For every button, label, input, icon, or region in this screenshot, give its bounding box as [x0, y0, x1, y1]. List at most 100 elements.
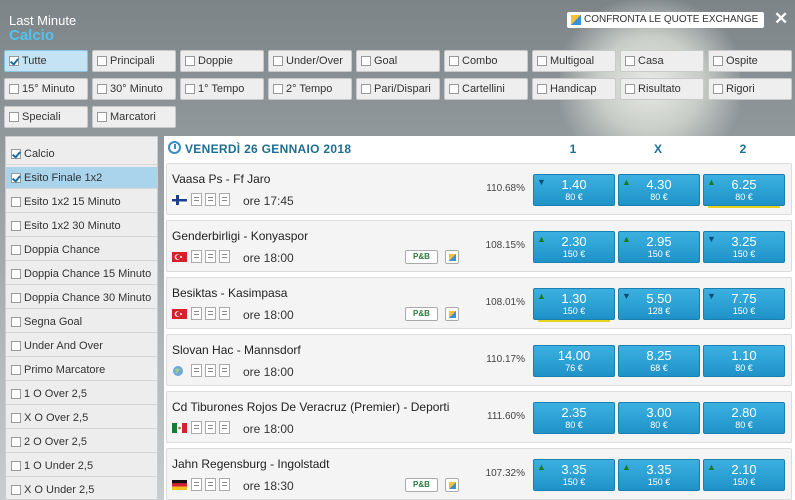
info-icon[interactable] [219, 250, 230, 263]
filter-checkbox[interactable] [9, 56, 19, 66]
play-and-bet-button[interactable]: P&B [405, 478, 438, 492]
sidebar-item[interactable]: Under And Over [6, 335, 157, 357]
chart-icon[interactable] [205, 478, 216, 491]
odds-button-x[interactable]: ▼ 5.50 128 € [618, 288, 700, 320]
filter-checkbox[interactable] [537, 84, 547, 94]
info-icon[interactable] [219, 364, 230, 377]
play-and-bet-button[interactable]: P&B [405, 307, 438, 321]
sidebar-item[interactable]: Segna Goal [6, 311, 157, 333]
sidebar-item[interactable]: Esito 1x2 30 Minuto [6, 215, 157, 237]
stats-icon[interactable] [191, 364, 202, 377]
filter-checkbox[interactable] [97, 112, 107, 122]
odds-button-2[interactable]: 2.80 80 € [703, 402, 785, 434]
odds-button-1[interactable]: ▲ 3.35 150 € [533, 459, 615, 491]
filter-checkbox[interactable] [273, 84, 283, 94]
odds-button-2[interactable]: ▲ 6.25 80 € [703, 174, 785, 208]
filter-under-over[interactable]: Under/Over [268, 50, 352, 72]
odds-button-x[interactable]: 3.00 80 € [618, 402, 700, 434]
stats-icon[interactable] [191, 478, 202, 491]
sidebar-checkbox[interactable] [11, 437, 21, 447]
info-icon[interactable] [219, 478, 230, 491]
sidebar-checkbox[interactable] [11, 365, 21, 375]
match-name[interactable]: Jahn Regensburg - Ingolstadt [172, 457, 329, 471]
sidebar-item[interactable]: 1 O Over 2,5 [6, 383, 157, 405]
filter-cartellini[interactable]: Cartellini [444, 78, 528, 100]
filter-handicap[interactable]: Handicap [532, 78, 616, 100]
sidebar-checkbox[interactable] [11, 341, 21, 351]
filter-marcatori[interactable]: Marcatori [92, 106, 176, 128]
match-name[interactable]: Vaasa Ps - Ff Jaro [172, 172, 270, 186]
chart-icon[interactable] [205, 307, 216, 320]
stats-icon[interactable] [191, 307, 202, 320]
filter-checkbox[interactable] [9, 112, 19, 122]
odds-button-2[interactable]: ▼ 3.25 150 € [703, 231, 785, 263]
filter-combo[interactable]: Combo [444, 50, 528, 72]
match-name[interactable]: Genderbirligi - Konyaspor [172, 229, 308, 243]
stats-icon[interactable] [191, 250, 202, 263]
filter-checkbox[interactable] [97, 84, 107, 94]
filter-rigori[interactable]: Rigori [708, 78, 792, 100]
odds-button-x[interactable]: 8.25 68 € [618, 345, 700, 377]
odds-button-1[interactable]: 2.35 80 € [533, 402, 615, 434]
filter-checkbox[interactable] [185, 56, 195, 66]
filter-pari-dispari[interactable]: Pari/Dispari [356, 78, 440, 100]
sidebar-item[interactable]: Doppia Chance 30 Minuto [6, 287, 157, 309]
play-and-bet-button[interactable]: P&B [405, 250, 438, 264]
chart-icon[interactable] [205, 250, 216, 263]
filter-checkbox[interactable] [713, 56, 723, 66]
filter-speciali[interactable]: Speciali [4, 106, 88, 128]
sidebar-item[interactable]: 2 O Over 2,5 [6, 431, 157, 453]
filter-principali[interactable]: Principali [92, 50, 176, 72]
odds-button-2[interactable]: ▼ 7.75 150 € [703, 288, 785, 320]
chart-icon[interactable] [205, 364, 216, 377]
filter-tutte[interactable]: Tutte [4, 50, 88, 72]
filter-risultato[interactable]: Risultato [620, 78, 704, 100]
sidebar-item[interactable]: X O Under 2,5 [6, 479, 157, 500]
sidebar-item[interactable]: Doppia Chance 15 Minuto [6, 263, 157, 285]
sidebar-checkbox[interactable] [11, 197, 21, 207]
info-icon[interactable] [219, 193, 230, 206]
sidebar-checkbox[interactable] [11, 221, 21, 231]
filter-casa[interactable]: Casa [620, 50, 704, 72]
sidebar-item[interactable]: 1 O Under 2,5 [6, 455, 157, 477]
sidebar-checkbox[interactable] [11, 317, 21, 327]
odds-button-2[interactable]: ▲ 2.10 150 € [703, 459, 785, 491]
filter-checkbox[interactable] [449, 84, 459, 94]
filter-checkbox[interactable] [361, 56, 371, 66]
filter-checkbox[interactable] [713, 84, 723, 94]
exchange-icon[interactable] [445, 307, 459, 321]
close-icon[interactable]: ✕ [774, 9, 788, 29]
match-name[interactable]: Slovan Hac - Mannsdorf [172, 343, 301, 357]
filter-ospite[interactable]: Ospite [708, 50, 792, 72]
filter-checkbox[interactable] [625, 56, 635, 66]
filter-1-tempo[interactable]: 1° Tempo [180, 78, 264, 100]
sidebar-checkbox[interactable] [11, 149, 21, 159]
sidebar-checkbox[interactable] [11, 413, 21, 423]
filter-checkbox[interactable] [625, 84, 635, 94]
sidebar-checkbox[interactable] [11, 461, 21, 471]
exchange-compare-button[interactable]: CONFRONTA LE QUOTE EXCHANGE [567, 12, 765, 28]
sidebar-checkbox[interactable] [11, 245, 21, 255]
filter-checkbox[interactable] [9, 84, 19, 94]
stats-icon[interactable] [191, 421, 202, 434]
sidebar-item[interactable]: Esito Finale 1x2 [6, 167, 157, 189]
odds-button-1[interactable]: 14.00 76 € [533, 345, 615, 377]
sidebar-item[interactable]: Calcio [6, 143, 157, 165]
filter-checkbox[interactable] [537, 56, 547, 66]
odds-button-1[interactable]: ▼ 1.40 80 € [533, 174, 615, 206]
match-name[interactable]: Besiktas - Kasimpasa [172, 286, 287, 300]
filter-15-minuto[interactable]: 15° Minuto [4, 78, 88, 100]
odds-button-1[interactable]: ▲ 2.30 150 € [533, 231, 615, 263]
filter-goal[interactable]: Goal [356, 50, 440, 72]
filter-checkbox[interactable] [185, 84, 195, 94]
match-name[interactable]: Cd Tiburones Rojos De Veracruz (Premier)… [172, 400, 449, 414]
sidebar-item[interactable]: X O Over 2,5 [6, 407, 157, 429]
sidebar-checkbox[interactable] [11, 389, 21, 399]
sidebar-checkbox[interactable] [11, 173, 21, 183]
filter-checkbox[interactable] [449, 56, 459, 66]
odds-button-1[interactable]: ▲ 1.30 150 € [533, 288, 615, 322]
sidebar-item[interactable]: Primo Marcatore [6, 359, 157, 381]
chart-icon[interactable] [205, 421, 216, 434]
odds-button-2[interactable]: 1.10 80 € [703, 345, 785, 377]
odds-button-x[interactable]: ▲ 3.35 150 € [618, 459, 700, 491]
